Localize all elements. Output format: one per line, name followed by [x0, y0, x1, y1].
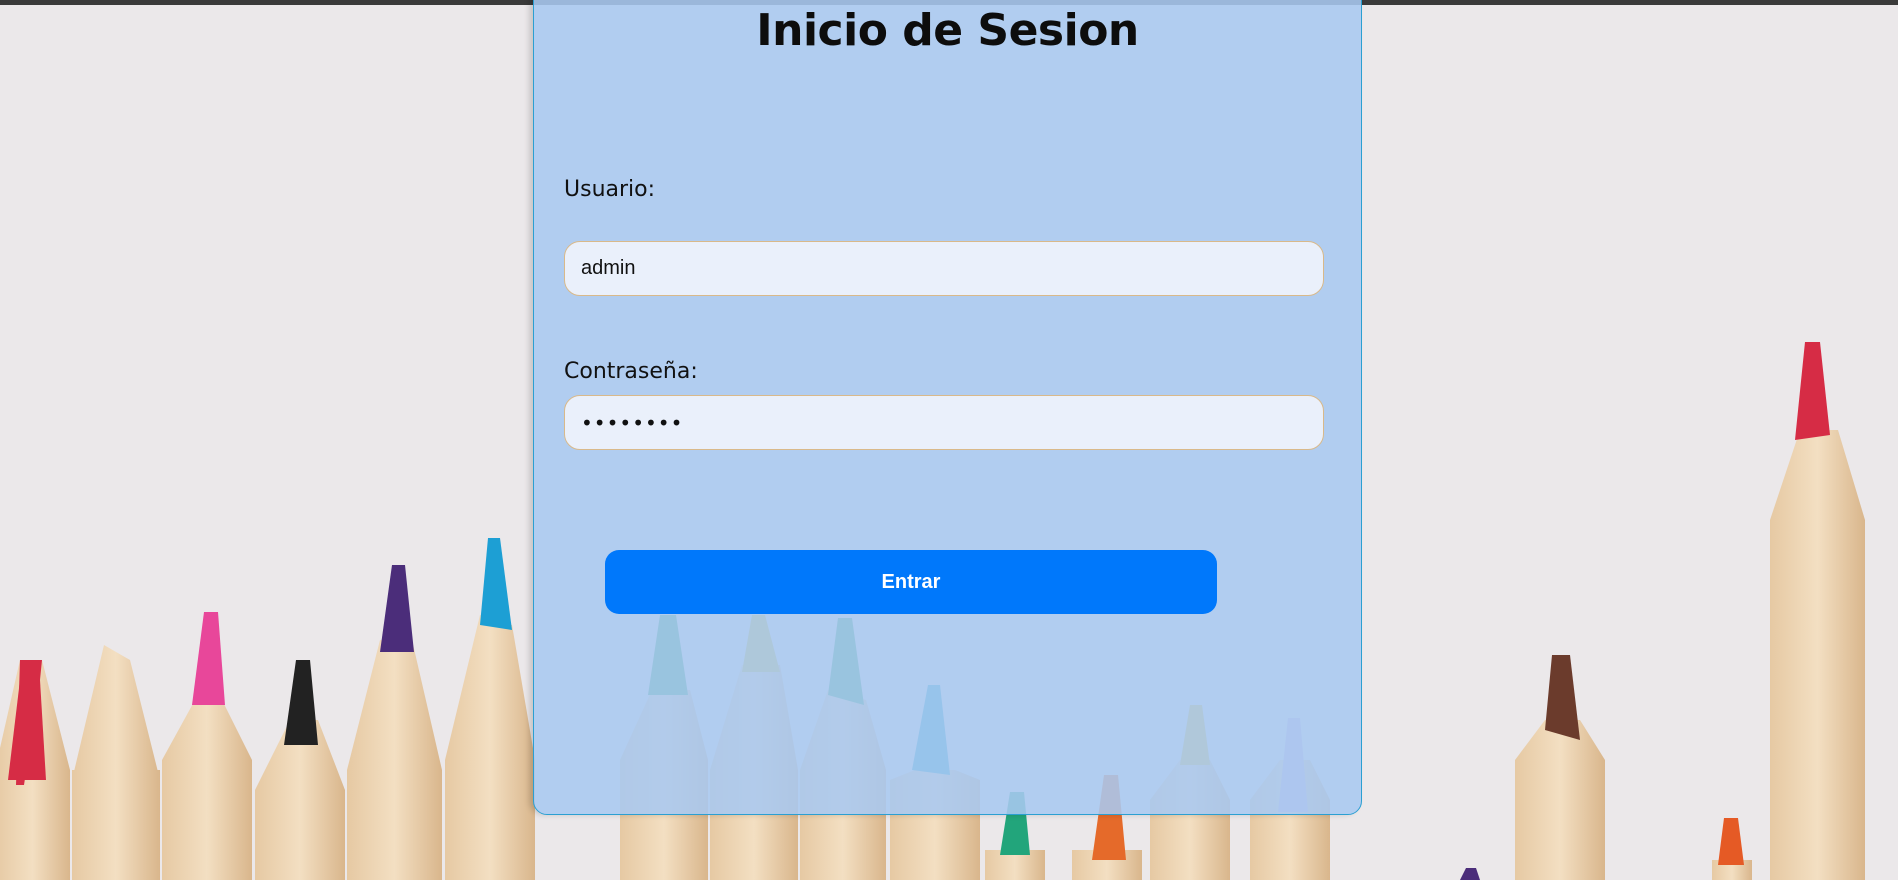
username-field[interactable] [564, 241, 1324, 296]
pencil-red-left [0, 660, 70, 880]
pencil-brown [1515, 655, 1605, 880]
pencil-purple-small [1460, 868, 1480, 880]
pencil-purple [347, 565, 442, 880]
submit-button[interactable]: Entrar [605, 550, 1217, 614]
pencil-red-right [1770, 342, 1865, 880]
pencil-plain [72, 645, 160, 880]
page-title: Inicio de Sesion [756, 5, 1139, 56]
pencil-cyan [445, 538, 535, 880]
username-label: Usuario: [564, 177, 656, 202]
pencil-orange-small [1712, 818, 1752, 880]
login-card: Inicio de Sesion Usuario: Contraseña: En… [533, 0, 1362, 815]
pencil-black [255, 660, 345, 880]
pencil-pink [162, 612, 252, 880]
password-field[interactable] [564, 395, 1324, 450]
password-label: Contraseña: [564, 359, 698, 384]
